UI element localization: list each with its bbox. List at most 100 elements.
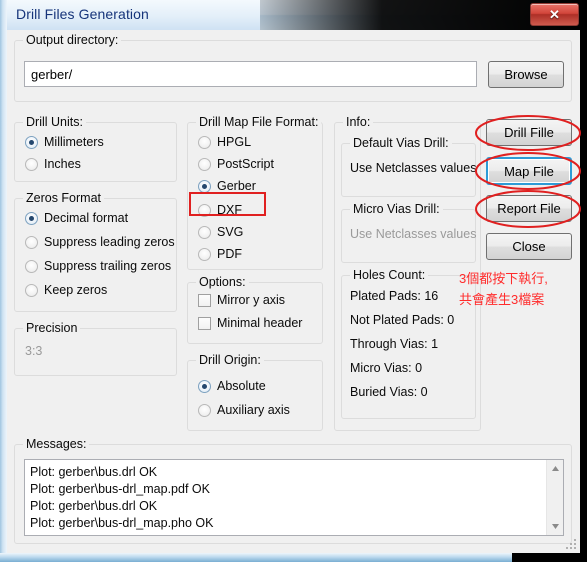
radio-suppress-leading-zeros-indicator — [25, 235, 38, 249]
radio-dxf-indicator — [198, 203, 211, 217]
radio-decimal-format-indicator — [25, 211, 38, 225]
window-frame-bottom — [0, 553, 512, 562]
radio-pdf-indicator — [198, 247, 211, 261]
radio-pdf-label: PDF — [217, 247, 242, 261]
micro-vias-drill-value: Use Netclasses values — [350, 227, 477, 241]
precision-legend: Precision — [23, 321, 81, 335]
radio-keep-zeros[interactable]: Keep zeros — [25, 283, 107, 297]
radio-suppress-trailing-zeros-label: Suppress trailing zeros — [44, 259, 172, 273]
holes-count-plated-pads: Plated Pads: 16 — [350, 289, 439, 303]
checkbox-minimal-header-indicator — [198, 316, 211, 330]
checkbox-mirror-y-axis-indicator — [198, 293, 211, 307]
radio-decimal-format[interactable]: Decimal format — [25, 211, 128, 225]
precision-value: 3:3 — [25, 344, 43, 358]
drill-file-button[interactable]: Drill Fille — [486, 119, 572, 146]
radio-inches[interactable]: Inches — [25, 157, 81, 171]
info-legend: Info: — [343, 115, 374, 129]
radio-keep-zeros-label: Keep zeros — [44, 283, 108, 297]
drill-map-file-format-group: Drill Map File Format: HPGL PostScript G… — [187, 115, 323, 270]
close-window-button[interactable]: ✕ — [530, 3, 579, 26]
default-vias-drill-legend: Default Vias Drill: — [350, 136, 452, 150]
scroll-down-icon[interactable] — [547, 518, 563, 535]
radio-postscript-label: PostScript — [217, 157, 274, 171]
default-vias-drill-group: Default Vias Drill: Use Netclasses value… — [341, 136, 477, 197]
holes-count-not-plated-pads: Not Plated Pads: 0 — [350, 313, 455, 327]
zeros-format-group: Zeros Format Decimal format Suppress lea… — [14, 191, 177, 312]
messages-group: Messages: Plot: gerber\bus.drl OK Plot: … — [14, 437, 572, 544]
radio-postscript-indicator — [198, 157, 211, 171]
radio-suppress-leading-zeros-label: Suppress leading zeros — [44, 235, 175, 249]
radio-dxf-label: DXF — [217, 203, 242, 217]
dialog-window: Drill Files Generation ✕ Output director… — [0, 0, 587, 562]
holes-count-group: Holes Count: Plated Pads: 16 Not Plated … — [341, 268, 476, 419]
radio-absolute[interactable]: Absolute — [198, 379, 266, 393]
message-line: Plot: gerber\bus-drl_map.pho OK — [30, 516, 214, 530]
radio-svg-label: SVG — [217, 225, 244, 239]
messages-legend: Messages: — [23, 437, 90, 451]
resize-grip-icon[interactable] — [565, 538, 578, 551]
report-file-button[interactable]: Report File — [486, 195, 572, 222]
radio-inches-indicator — [25, 157, 38, 171]
drill-origin-group: Drill Origin: Absolute Auxiliary axis — [187, 353, 323, 431]
radio-suppress-trailing-zeros-indicator — [25, 259, 38, 273]
radio-absolute-label: Absolute — [217, 379, 266, 393]
messages-scrollbar[interactable] — [546, 460, 563, 535]
output-directory-input[interactable]: gerber/ — [24, 61, 477, 87]
message-line: Plot: gerber\bus.drl OK — [30, 499, 158, 513]
messages-textarea[interactable]: Plot: gerber\bus.drl OK Plot: gerber\bus… — [24, 459, 564, 536]
radio-suppress-trailing-zeros[interactable]: Suppress trailing zeros — [25, 259, 171, 273]
radio-pdf[interactable]: PDF — [198, 247, 242, 261]
output-directory-legend: Output directory: — [23, 33, 122, 47]
radio-postscript[interactable]: PostScript — [198, 157, 274, 171]
drill-units-legend: Drill Units: — [23, 115, 86, 129]
radio-svg[interactable]: SVG — [198, 225, 243, 239]
message-line: Plot: gerber\bus-drl_map.pdf OK — [30, 482, 210, 496]
output-directory-group: Output directory: gerber/ Browse — [14, 33, 572, 102]
radio-hpgl-label: HPGL — [217, 135, 252, 149]
options-group: Options: Mirror y axis Minimal header — [187, 275, 323, 344]
browse-button[interactable]: Browse — [488, 61, 564, 88]
radio-gerber-label: Gerber — [217, 179, 256, 193]
close-icon: ✕ — [549, 6, 560, 22]
precision-group: Precision 3:3 — [14, 321, 177, 376]
micro-vias-drill-legend: Micro Vias Drill: — [350, 202, 443, 216]
map-file-button[interactable]: Map File — [486, 157, 572, 185]
radio-millimeters-indicator — [25, 135, 38, 149]
drill-origin-legend: Drill Origin: — [196, 353, 264, 367]
annotation-note-line2: 共會產生3檔案 — [459, 292, 545, 307]
window-title: Drill Files Generation — [16, 6, 149, 22]
dialog-client-area: Output directory: gerber/ Browse Drill U… — [7, 30, 581, 553]
radio-auxiliary-axis-label: Auxiliary axis — [217, 403, 290, 417]
checkbox-mirror-y-axis[interactable]: Mirror y axis — [198, 293, 285, 307]
scroll-up-icon[interactable] — [547, 460, 563, 477]
window-frame-bottom-dark — [512, 553, 587, 562]
annotation-note: 3個都按下執行, 共會產生3檔案 — [459, 268, 548, 310]
radio-inches-label: Inches — [44, 157, 81, 171]
title-bar: Drill Files Generation ✕ — [0, 0, 587, 30]
annotation-note-line1: 3個都按下執行, — [459, 271, 548, 286]
radio-hpgl[interactable]: HPGL — [198, 135, 251, 149]
messages-lines: Plot: gerber\bus.drl OK Plot: gerber\bus… — [30, 464, 543, 532]
options-legend: Options: — [196, 275, 249, 289]
radio-millimeters[interactable]: Millimeters — [25, 135, 104, 149]
close-button-main[interactable]: Close — [486, 233, 572, 260]
radio-svg-indicator — [198, 225, 211, 239]
checkbox-mirror-y-axis-label: Mirror y axis — [217, 293, 286, 307]
radio-decimal-format-label: Decimal format — [44, 211, 129, 225]
radio-gerber[interactable]: Gerber — [198, 179, 256, 193]
radio-hpgl-indicator — [198, 135, 211, 149]
drill-map-file-format-legend: Drill Map File Format: — [196, 115, 322, 129]
message-line: Plot: gerber\bus.drl OK — [30, 465, 158, 479]
radio-keep-zeros-indicator — [25, 283, 38, 297]
holes-count-micro-vias: Micro Vias: 0 — [350, 361, 423, 375]
holes-count-through-vias: Through Vias: 1 — [350, 337, 439, 351]
drill-units-group: Drill Units: Millimeters Inches — [14, 115, 177, 182]
radio-dxf[interactable]: DXF — [198, 203, 242, 217]
default-vias-drill-value: Use Netclasses values — [350, 161, 477, 175]
zeros-format-legend: Zeros Format — [23, 191, 105, 205]
checkbox-minimal-header[interactable]: Minimal header — [198, 316, 302, 330]
micro-vias-drill-group: Micro Vias Drill: Use Netclasses values — [341, 202, 477, 263]
radio-auxiliary-axis[interactable]: Auxiliary axis — [198, 403, 290, 417]
window-frame-left — [0, 0, 7, 562]
radio-suppress-leading-zeros[interactable]: Suppress leading zeros — [25, 235, 175, 249]
